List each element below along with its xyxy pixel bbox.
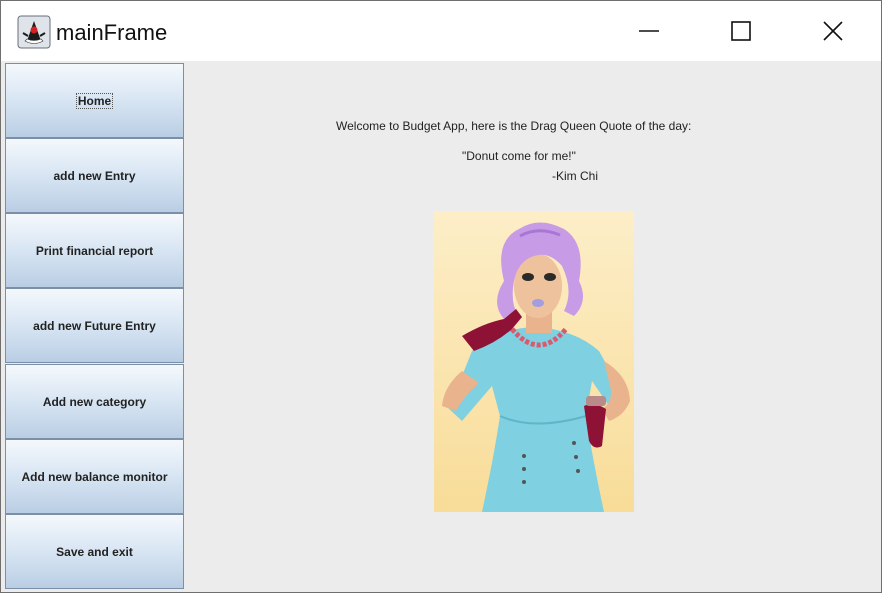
add-new-category-button[interactable]: Add new category (5, 364, 184, 439)
add-new-category-label: Add new category (42, 394, 147, 409)
close-icon (823, 21, 843, 41)
add-new-entry-button[interactable]: add new Entry (5, 138, 184, 213)
main-window: mainFrame Home add new Entry Print finan… (0, 0, 882, 593)
quote-text: "Donut come for me!" (462, 149, 576, 163)
add-new-balance-monitor-button[interactable]: Add new balance monitor (5, 439, 184, 514)
title-bar[interactable]: mainFrame (1, 1, 881, 61)
close-button[interactable] (787, 1, 879, 61)
home-button[interactable]: Home (5, 63, 184, 138)
sidebar: Home add new Entry Print financial repor… (5, 63, 184, 590)
minimize-icon (639, 30, 659, 32)
welcome-text: Welcome to Budget App, here is the Drag … (336, 119, 692, 133)
minimize-button[interactable] (603, 1, 695, 61)
maximize-icon (731, 21, 751, 41)
print-financial-report-label: Print financial report (35, 243, 154, 258)
add-new-future-entry-label: add new Future Entry (33, 318, 156, 333)
add-new-balance-monitor-label: Add new balance monitor (21, 469, 168, 484)
add-new-entry-label: add new Entry (53, 168, 136, 183)
java-duke-icon (17, 15, 51, 49)
add-new-future-entry-button[interactable]: add new Future Entry (5, 288, 184, 363)
drag-queen-portrait (434, 211, 634, 512)
maximize-button[interactable] (695, 1, 787, 61)
quote-author: -Kim Chi (552, 169, 599, 183)
home-button-label: Home (75, 92, 114, 109)
print-financial-report-button[interactable]: Print financial report (5, 213, 184, 288)
window-title: mainFrame (56, 20, 168, 45)
save-and-exit-button[interactable]: Save and exit (5, 514, 184, 589)
content-panel: Welcome to Budget App, here is the Drag … (186, 61, 881, 592)
save-and-exit-label: Save and exit (56, 544, 133, 559)
